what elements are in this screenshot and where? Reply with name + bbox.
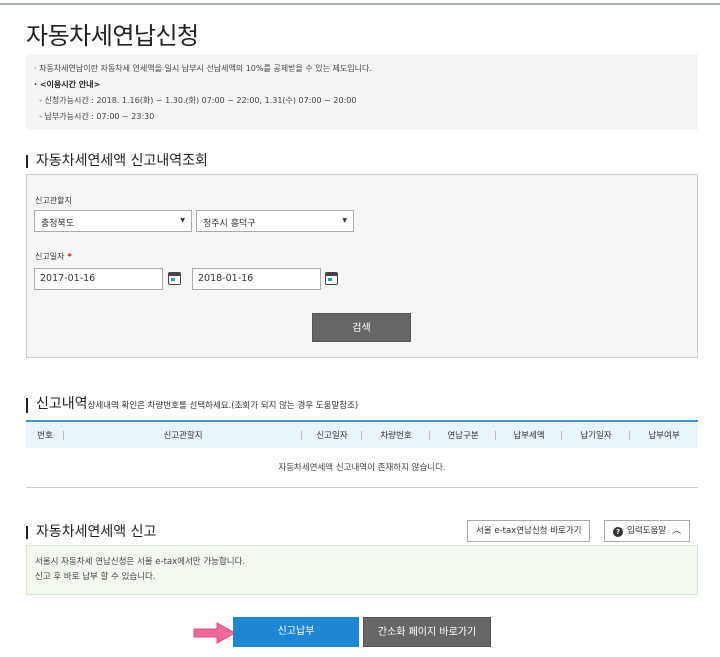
caret-down-icon: ▼ bbox=[180, 217, 185, 224]
simple-page-button[interactable]: 간소화 페이지 바로가기 bbox=[363, 617, 491, 647]
chevron-up-icon: ︿ bbox=[672, 526, 682, 536]
calendar-icon[interactable] bbox=[168, 272, 181, 285]
info-line: 신고 후 바로 납부 할 수 있습니다. bbox=[35, 572, 156, 582]
column-header: 납부여부 bbox=[648, 431, 680, 441]
province-select[interactable]: 충청북도 ▼ bbox=[34, 210, 192, 232]
required-mark: * bbox=[67, 252, 72, 261]
submit-payment-button[interactable]: 신고납부 bbox=[233, 617, 359, 647]
region-label: 신고관할지 bbox=[35, 196, 72, 205]
caret-down-icon: ▼ bbox=[342, 217, 347, 224]
city-value: 청주시 흥덕구 bbox=[203, 219, 256, 229]
calendar-icon[interactable] bbox=[325, 272, 338, 285]
column-header: 납부세액 bbox=[496, 429, 562, 441]
report-section-title: 자동차세연세액 신고 bbox=[26, 525, 156, 539]
inquiry-section-title: 자동차세연세액 신고내역조회 bbox=[26, 154, 208, 168]
history-section-title: 신고내역상세내역 확인은 차량번호를 선택하세요.(조회가 되지 않는 경우 도… bbox=[26, 396, 359, 413]
search-button[interactable]: 검색 bbox=[312, 313, 411, 342]
history-title-text: 신고내역 bbox=[36, 396, 88, 412]
column-header: 납기일자 bbox=[562, 429, 630, 441]
etax-link-button[interactable]: 서울 e-tax연납신청 바로가기 bbox=[467, 520, 591, 542]
date-from-input[interactable]: 2017-01-16 bbox=[34, 268, 163, 290]
input-help-button[interactable]: ? 입력도움말 ︿ bbox=[604, 520, 691, 542]
info-line: 서울시 자동차세 연납신청은 서울 e-tax에서만 가능합니다. bbox=[35, 557, 246, 567]
notice-line: · 자동차세연납이란 자동차세 연세액을 일시 납부시 선납세액의 10%를 공… bbox=[34, 64, 372, 73]
date-label: 신고일자 * bbox=[35, 251, 72, 262]
notice-line: - 신청가능시간 : 2018. 1.16(화) ~ 1.30.(화) 07:0… bbox=[34, 96, 357, 105]
empty-table-message: 자동차세연세액 신고내역이 존재하지 않습니다. bbox=[26, 448, 698, 488]
column-header: 차량번호 bbox=[362, 429, 430, 441]
page-title: 자동차세연납신청 bbox=[26, 22, 199, 50]
province-value: 충청북도 bbox=[41, 219, 75, 229]
date-label-text: 신고일자 bbox=[35, 252, 65, 261]
notice-line: - 납부가능시간 : 07:00 ~ 23:30 bbox=[34, 112, 155, 121]
column-header: 신고일자 bbox=[302, 429, 362, 441]
question-icon: ? bbox=[613, 527, 623, 537]
date-to-input[interactable]: 2018-01-16 bbox=[192, 268, 321, 290]
notice-box: · 자동차세연납이란 자동차세 연세액을 일시 납부시 선납세액의 10%를 공… bbox=[26, 54, 698, 130]
history-table-header: 번호 신고관할지 신고일자 차량번호 연납구분 납부세액 납기일자 납부여부 bbox=[26, 420, 698, 448]
notice-line: · <이용시간 안내> bbox=[34, 80, 101, 89]
city-select[interactable]: 청주시 흥덕구 ▼ bbox=[196, 210, 354, 232]
arrow-pointer-icon bbox=[193, 622, 237, 644]
column-header: 번호 bbox=[26, 429, 64, 441]
history-subtitle: 상세내역 확인은 차량번호를 선택하세요.(조회가 되지 않는 경우 도움말참조… bbox=[87, 401, 359, 411]
help-button-label: 입력도움말 bbox=[627, 526, 667, 536]
column-header: 연납구분 bbox=[430, 429, 496, 441]
top-divider bbox=[0, 3, 720, 5]
column-header: 신고관할지 bbox=[64, 429, 302, 441]
report-info-box: 서울시 자동차세 연납신청은 서울 e-tax에서만 가능합니다. 신고 후 바… bbox=[26, 545, 698, 595]
